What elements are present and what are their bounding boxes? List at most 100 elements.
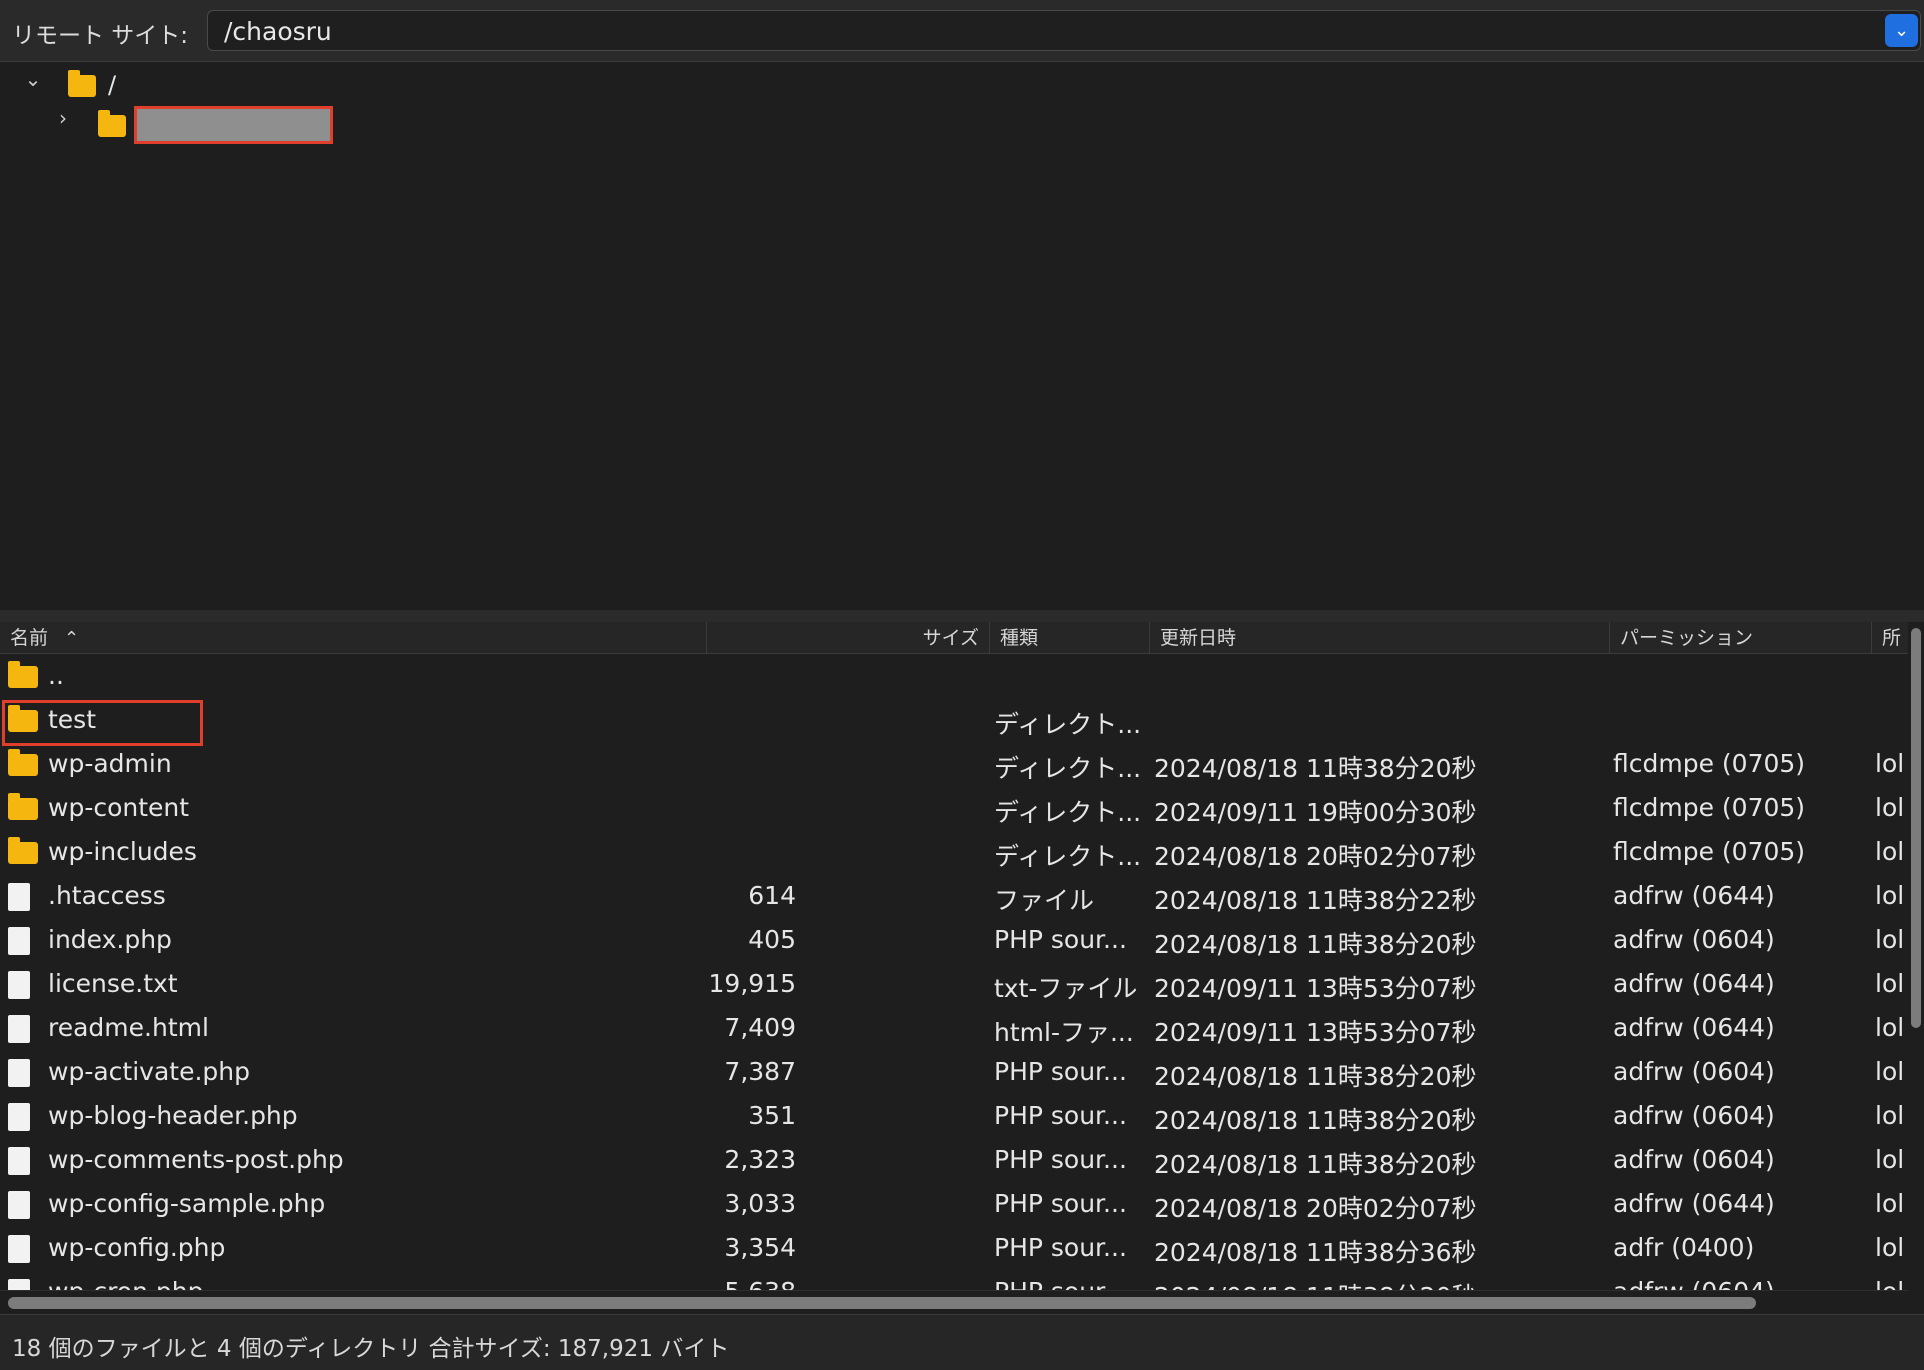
file-permissions: adfrw (0604)	[1613, 1101, 1775, 1130]
file-type: ファイル	[994, 886, 1095, 915]
file-name: readme.html	[48, 1013, 209, 1042]
folder-icon	[68, 70, 96, 97]
file-permissions: flcdmpe (0705)	[1613, 837, 1806, 866]
file-permissions: adfrw (0644)	[1613, 1013, 1775, 1042]
file-icon	[8, 927, 30, 955]
file-name: wp-cron.php	[48, 1277, 203, 1290]
tree-node-root[interactable]: ⌄ /	[0, 63, 600, 99]
file-row[interactable]: readme.html 7,409 html-ファ... 2024/09/11 13時…	[0, 1006, 1908, 1050]
file-modified: 2024/09/11 13時53分07秒	[1154, 1018, 1477, 1047]
chevron-down-icon[interactable]: ⌄	[23, 67, 43, 91]
file-icon	[8, 1059, 30, 1087]
file-row[interactable]: wp-cron.php 5,638 PHP sour... 2024/08/18 11…	[0, 1270, 1908, 1290]
file-row[interactable]: wp-content ディレクト... 2024/09/11 19時00分30秒 fl…	[0, 786, 1908, 830]
file-row[interactable]: wp-admin ディレクト... 2024/08/18 11時38分20秒 flcd…	[0, 742, 1908, 786]
folder-icon	[8, 837, 38, 864]
file-owner: lol	[1875, 749, 1903, 778]
pane-splitter[interactable]	[0, 610, 1924, 622]
file-permissions: adfrw (0604)	[1613, 1057, 1775, 1086]
column-header-type[interactable]: 種類	[990, 622, 1150, 654]
file-type: PHP sour...	[994, 1101, 1127, 1130]
file-type: PHP sour...	[994, 1277, 1144, 1290]
file-name: wp-activate.php	[48, 1057, 250, 1086]
file-name: ..	[48, 661, 64, 690]
file-row[interactable]: wp-blog-header.php 351 PHP sour... 2024/08/…	[0, 1094, 1908, 1138]
file-row[interactable]: wp-activate.php 7,387 PHP sour... 2024/08/1…	[0, 1050, 1908, 1094]
file-list-header: 名前 ⌃ サイズ 種類 更新日時 パーミッション 所	[0, 622, 1908, 654]
sort-ascending-icon: ⌃	[64, 628, 80, 649]
file-icon	[8, 1145, 30, 1179]
file-owner: lol	[1875, 925, 1903, 954]
file-row[interactable]: license.txt 19,915 txt-ファイル 2024/09/11 13時5…	[0, 962, 1908, 1006]
file-owner: lol	[1875, 793, 1903, 822]
file-permissions: adfr (0400)	[1613, 1233, 1755, 1262]
column-header-permissions[interactable]: パーミッション	[1610, 622, 1872, 654]
file-row[interactable]: index.php 405 PHP sour... 2024/08/18 11時38分…	[0, 918, 1908, 962]
horizontal-scroll-thumb[interactable]	[8, 1297, 1756, 1309]
vertical-scrollbar[interactable]	[1908, 622, 1924, 1290]
column-header-modified[interactable]: 更新日時	[1150, 622, 1610, 654]
file-permissions: adfrw (0644)	[1613, 881, 1775, 910]
file-row[interactable]: wp-includes ディレクト... 2024/08/18 20時02分07秒 f…	[0, 830, 1908, 874]
file-row[interactable]: wp-config.php 3,354 PHP sour... 2024/08/18 …	[0, 1226, 1908, 1270]
folder-icon	[8, 705, 38, 732]
file-modified: 2024/08/18 11時38分36秒	[1154, 1238, 1477, 1267]
file-owner: lol	[1875, 1013, 1903, 1042]
file-icon	[8, 1147, 30, 1175]
file-modified: 2024/08/18 11時38分20秒	[1154, 1062, 1477, 1091]
file-row[interactable]: ..	[0, 654, 1908, 698]
file-list: .. test ディレクト... wp-admin ディレクト... 2024/08/18…	[0, 654, 1908, 1290]
file-row[interactable]: .htaccess 614 ファイル 2024/08/18 11時38分22秒 adfr…	[0, 874, 1908, 918]
file-owner: lol	[1875, 1057, 1903, 1086]
file-size: 351	[748, 1101, 796, 1130]
folder-icon	[8, 749, 38, 776]
folder-icon	[8, 705, 38, 734]
vertical-scroll-thumb[interactable]	[1911, 628, 1921, 1028]
file-icon	[8, 1015, 30, 1043]
file-size: 3,033	[724, 1189, 796, 1218]
file-owner: lol	[1875, 837, 1903, 866]
file-modified: 2024/08/18 11時38分20秒	[1154, 754, 1477, 783]
file-owner: lol	[1875, 1233, 1903, 1262]
file-name: wp-comments-post.php	[48, 1145, 344, 1174]
file-icon	[8, 969, 30, 1003]
file-type: ディレクト...	[994, 842, 1142, 871]
redacted-folder-name[interactable]	[134, 106, 333, 144]
file-row[interactable]: wp-comments-post.php 2,323 PHP sour... 2024…	[0, 1138, 1908, 1182]
file-modified: 2024/08/18 11時38分20秒	[1154, 1106, 1477, 1135]
tree-node-label: /	[108, 71, 117, 99]
remote-site-bar: リモート サイト: /chaosru ⌄	[0, 0, 1924, 62]
file-row[interactable]: test ディレクト...	[0, 698, 1908, 742]
folder-icon	[8, 661, 38, 688]
column-header-size[interactable]: サイズ	[707, 622, 990, 654]
file-name: wp-admin	[48, 749, 172, 778]
file-modified: 2024/08/18 11時38分22秒	[1154, 886, 1477, 915]
open-folder-icon	[98, 110, 126, 137]
file-owner: lol	[1875, 881, 1903, 910]
file-size: 614	[748, 881, 796, 910]
file-name: license.txt	[48, 969, 178, 998]
column-header-name[interactable]: 名前 ⌃	[0, 622, 707, 654]
status-text: 18 個のファイルと 4 個のディレクトリ 合計サイズ: 187,921 バイト	[12, 1336, 730, 1362]
file-icon	[8, 1057, 30, 1091]
column-header-owner[interactable]: 所	[1872, 622, 1908, 654]
horizontal-scrollbar[interactable]	[0, 1290, 1908, 1314]
file-row[interactable]: wp-config-sample.php 3,033 PHP sour... 2024…	[0, 1182, 1908, 1226]
file-icon	[8, 1235, 30, 1263]
file-permissions: flcdmpe (0705)	[1613, 793, 1806, 822]
file-icon	[8, 971, 30, 999]
file-size: 5,638	[724, 1277, 796, 1290]
file-type: PHP sour...	[994, 1189, 1127, 1218]
file-name: test	[48, 705, 97, 734]
chevron-down-icon[interactable]: ⌄	[1885, 14, 1918, 47]
file-size: 7,409	[724, 1013, 796, 1042]
file-icon	[8, 1013, 30, 1047]
remote-path-input[interactable]: /chaosru	[224, 17, 332, 46]
file-owner: lol	[1875, 1101, 1903, 1130]
folder-icon	[8, 793, 38, 822]
file-type: PHP sour...	[994, 1233, 1127, 1262]
folder-icon	[8, 793, 38, 820]
chevron-right-icon[interactable]: ›	[53, 106, 73, 130]
directory-tree: ⌄ / ›	[0, 63, 1924, 610]
remote-path-combobox[interactable]: /chaosru ⌄	[207, 10, 1921, 51]
